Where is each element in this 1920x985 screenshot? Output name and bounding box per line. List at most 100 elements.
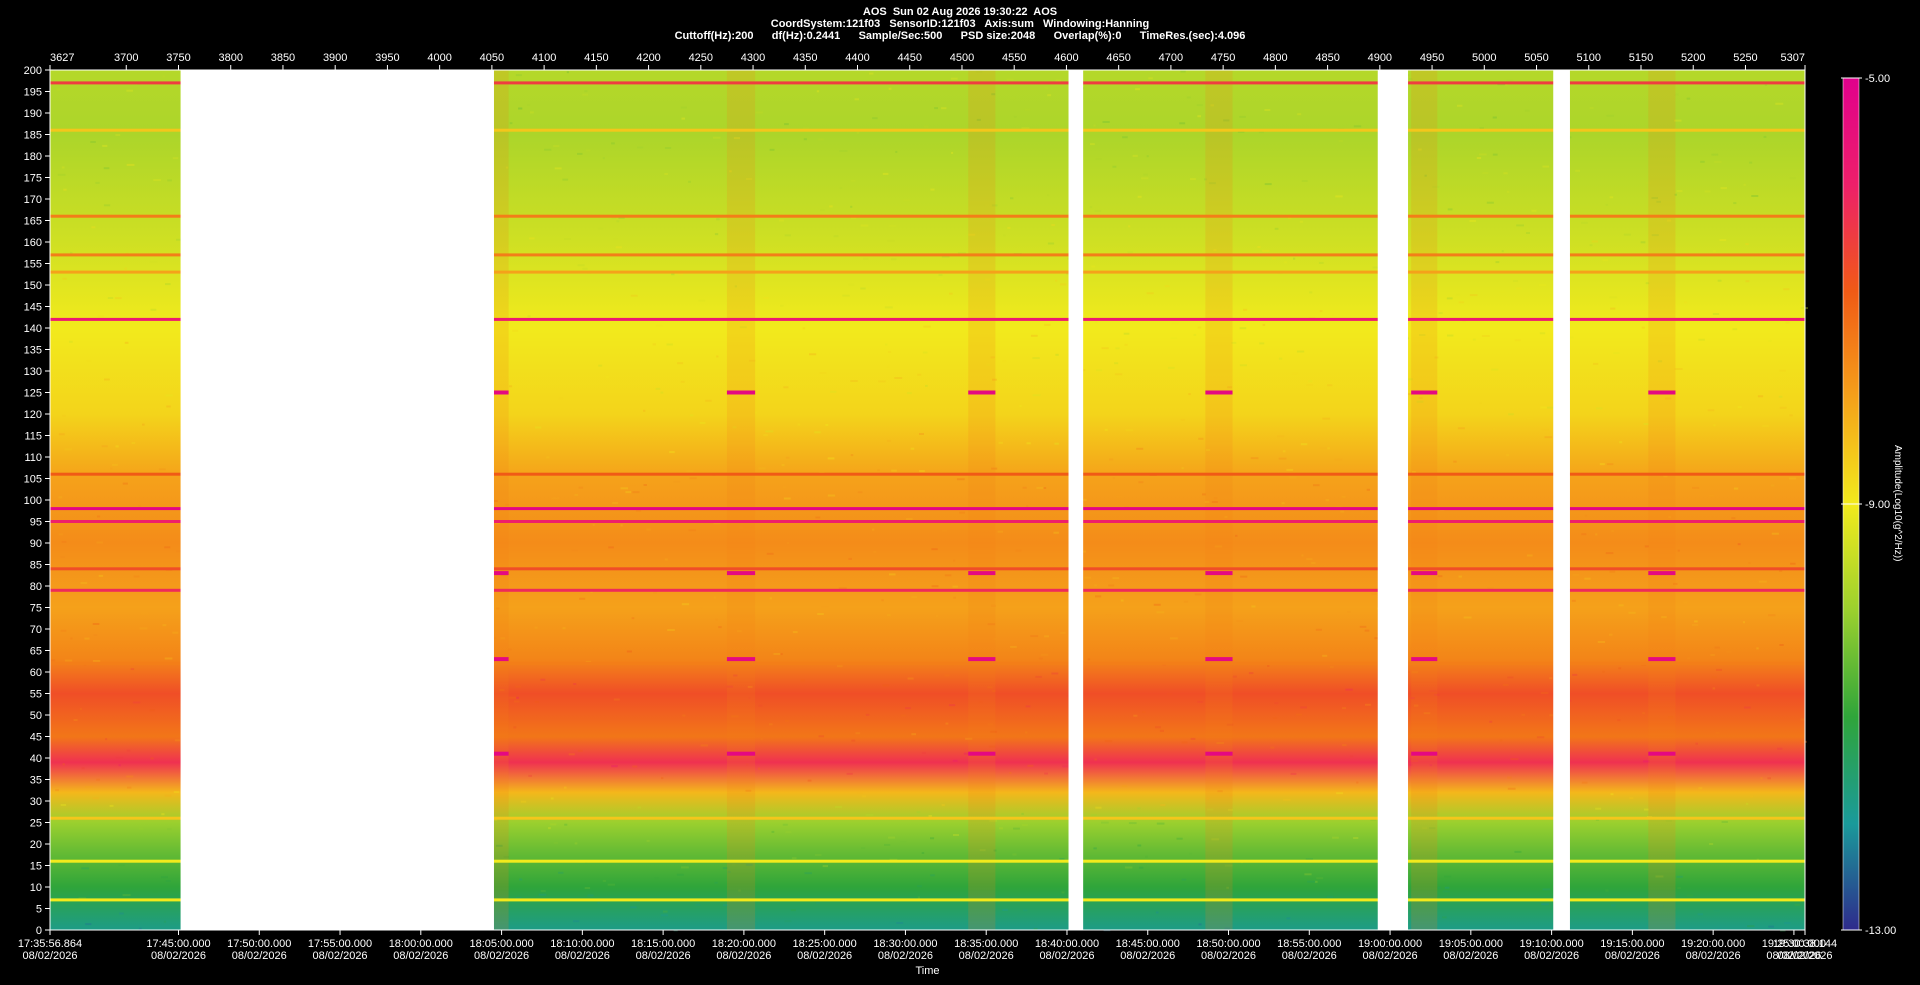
noise-speck [1531, 209, 1537, 212]
date-tick-label: 08/02/2026 [959, 950, 1014, 962]
noise-speck [512, 329, 519, 332]
noise-speck [1692, 624, 1699, 626]
noise-speck [850, 454, 854, 457]
noise-speck [509, 385, 513, 388]
event-column [726, 70, 756, 930]
noise-speck [74, 904, 82, 907]
noise-speck [1486, 201, 1494, 204]
noise-speck [1767, 777, 1771, 780]
event-tone [1205, 657, 1233, 662]
noise-speck [1311, 562, 1316, 564]
noise-speck [625, 491, 631, 494]
noise-speck [1687, 894, 1693, 897]
noise-speck [1708, 494, 1714, 497]
colorbar-title: Amplitude(Log10(g^2/Hz)) [1892, 445, 1903, 562]
top-tick-label: 4400 [845, 52, 869, 64]
noise-speck [142, 423, 145, 426]
noise-speck [1768, 614, 1776, 617]
noise-speck [1687, 657, 1690, 660]
noise-speck [64, 659, 73, 662]
noise-speck [1707, 409, 1715, 412]
noise-speck [509, 696, 517, 699]
noise-speck [1524, 109, 1530, 112]
event-tone [968, 390, 996, 395]
noise-speck [1243, 308, 1248, 311]
noise-speck [1602, 670, 1605, 673]
noise-speck [681, 117, 685, 120]
noise-speck [1290, 772, 1297, 775]
noise-speck [96, 778, 100, 781]
noise-speck [1038, 657, 1043, 660]
noise-speck [124, 267, 127, 270]
noise-speck [1775, 102, 1784, 105]
y-tick-label: 25 [30, 818, 42, 830]
noise-speck [1549, 714, 1553, 717]
noise-speck [1032, 357, 1040, 360]
noise-speck [1542, 888, 1551, 891]
noise-speck [1349, 755, 1354, 758]
noise-speck [607, 883, 615, 886]
noise-speck [150, 308, 157, 311]
noise-speck [1748, 562, 1751, 564]
noise-speck [1007, 226, 1011, 229]
noise-speck [109, 804, 114, 807]
date-tick-label: 08/02/2026 [393, 950, 448, 962]
y-tick-label: 80 [30, 581, 42, 593]
noise-speck [127, 786, 132, 789]
noise-speck [1361, 510, 1364, 513]
noise-speck [882, 172, 889, 175]
noise-speck [941, 107, 947, 110]
noise-speck [176, 424, 181, 427]
noise-speck [1714, 161, 1722, 163]
time-tick-label: 19:15:00.000 [1600, 938, 1664, 950]
noise-speck [886, 439, 892, 442]
noise-speck [861, 847, 866, 850]
noise-speck [1123, 332, 1130, 335]
noise-speck [1300, 443, 1308, 446]
noise-speck [817, 613, 824, 615]
noise-speck [1331, 314, 1334, 316]
noise-speck [669, 451, 675, 454]
noise-speck [953, 834, 959, 836]
noise-speck [817, 138, 824, 141]
noise-speck [1025, 731, 1028, 734]
noise-speck [550, 797, 554, 800]
time-tick-label: 19:00:00.000 [1358, 938, 1422, 950]
noise-speck [1733, 202, 1737, 205]
noise-speck [1190, 178, 1196, 181]
noise-speck [1051, 224, 1055, 226]
noise-speck [631, 617, 635, 620]
date-tick-label: 08/02/2026 [716, 950, 771, 962]
noise-speck [114, 297, 122, 300]
noise-speck [643, 409, 646, 412]
noise-speck [1541, 428, 1549, 431]
noise-speck [1283, 261, 1288, 264]
noise-speck [1009, 771, 1012, 774]
noise-speck [900, 714, 906, 717]
noise-speck [1544, 436, 1553, 439]
noise-speck [1138, 866, 1144, 869]
noise-speck [1095, 321, 1098, 324]
noise-speck [1274, 227, 1279, 230]
noise-speck [1713, 424, 1716, 427]
noise-speck [1278, 357, 1283, 360]
top-tick-label: 3900 [323, 52, 347, 64]
noise-speck [1272, 717, 1278, 719]
noise-speck [1251, 605, 1256, 608]
noise-speck [1137, 844, 1142, 847]
noise-speck [783, 497, 791, 500]
noise-speck [1047, 94, 1052, 97]
noise-speck [917, 896, 920, 899]
noise-speck [1694, 620, 1698, 623]
noise-speck [92, 623, 100, 625]
noise-speck [1021, 812, 1024, 815]
noise-speck [1026, 442, 1031, 445]
noise-speck [1272, 257, 1276, 260]
noise-speck [952, 585, 958, 588]
noise-speck [620, 487, 628, 490]
noise-speck [81, 867, 89, 870]
noise-speck [1676, 875, 1683, 878]
noise-speck [1116, 495, 1123, 498]
noise-speck [888, 87, 892, 90]
noise-speck [655, 387, 661, 390]
